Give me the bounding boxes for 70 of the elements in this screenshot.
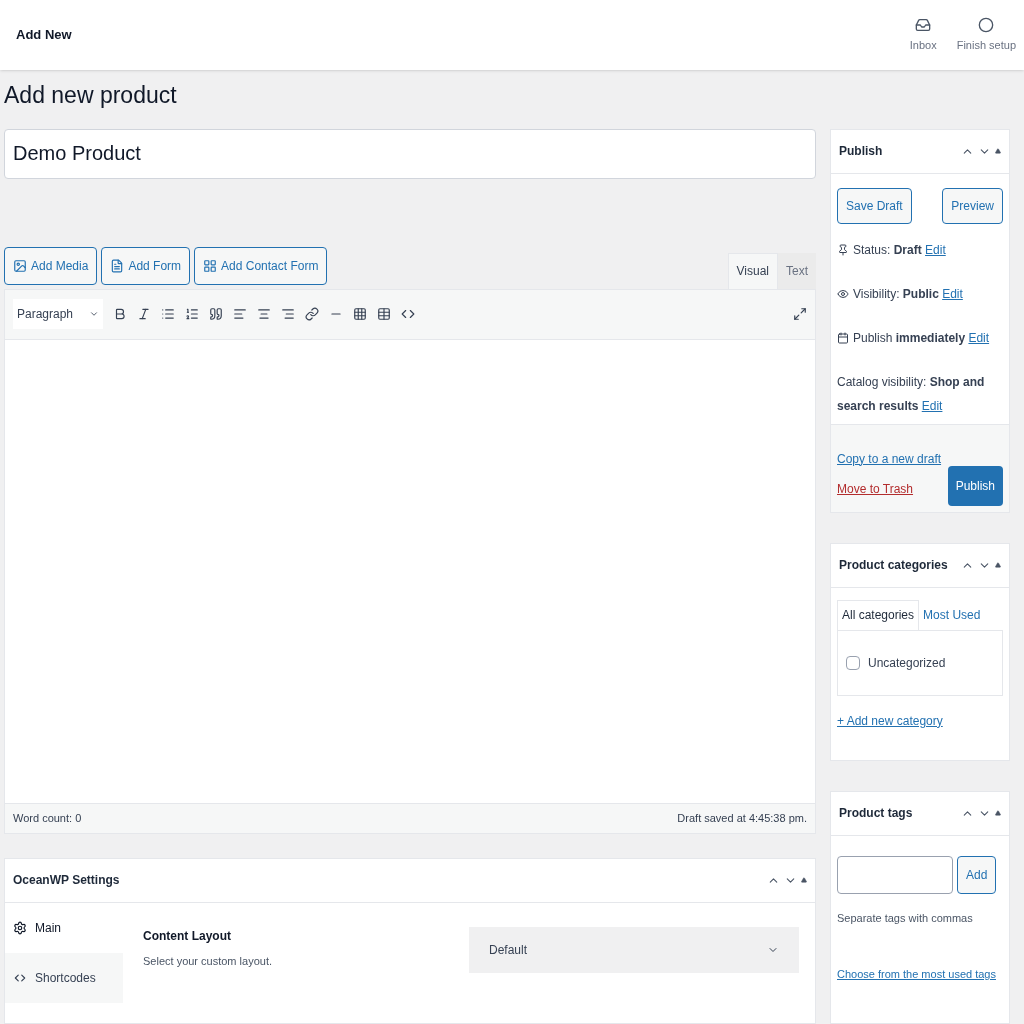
align-right-icon[interactable]	[281, 307, 296, 321]
draft-saved-text: Draft saved at 4:45:38 pm.	[677, 810, 807, 826]
add-tag-button[interactable]: Add	[957, 855, 997, 894]
collapse-icon[interactable]	[801, 877, 807, 883]
save-draft-button[interactable]: Save Draft	[837, 187, 912, 224]
editor-tab[interactable]: Text	[778, 252, 816, 289]
edit-link[interactable]: Edit	[968, 330, 990, 345]
align-left-icon[interactable]	[233, 307, 248, 321]
panel-title: Publish	[839, 143, 883, 160]
align-center-icon[interactable]	[257, 307, 272, 321]
link-icon[interactable]	[305, 307, 320, 321]
inbox-icon	[915, 16, 932, 33]
gear-icon	[13, 920, 27, 935]
collapse-icon[interactable]	[995, 562, 1001, 568]
bulleted-list-icon[interactable]	[161, 307, 176, 321]
panel-title: OceanWP Settings	[13, 872, 120, 889]
category-checkbox[interactable]	[846, 655, 860, 670]
add-category-link[interactable]: + Add new category	[837, 711, 1003, 730]
media-button[interactable]: Add Form	[101, 246, 191, 285]
category-tab[interactable]: Most Used	[919, 599, 985, 630]
trash-link[interactable]: Move to Trash	[837, 479, 942, 498]
product-name-field[interactable]: Demo Product	[4, 128, 816, 179]
eye-icon	[837, 287, 849, 300]
top-bar-action[interactable]: Finish setup	[956, 16, 1016, 54]
numbered-list-icon[interactable]	[185, 307, 200, 321]
code-icon[interactable]	[401, 307, 416, 321]
edit-link[interactable]: Edit	[925, 242, 946, 257]
editor-tab[interactable]: Visual	[727, 252, 778, 289]
document-icon	[110, 258, 125, 273]
table-icon[interactable]	[377, 307, 392, 321]
page-title: Add new product	[3, 81, 178, 110]
category-label: Uncategorized	[868, 654, 946, 672]
edit-link[interactable]: Edit	[921, 398, 943, 413]
grid-icon	[203, 258, 218, 273]
publish-info-text: Catalog visibility: Shop and search results Edit	[837, 373, 986, 415]
top-bar-action[interactable]: Inbox	[909, 16, 937, 54]
format-select[interactable]: Paragraph	[13, 299, 104, 329]
bold-icon[interactable]	[113, 307, 128, 321]
fullscreen-icon[interactable]	[793, 307, 807, 321]
field-description: Select your custom layout.	[143, 953, 272, 969]
edit-link[interactable]: Edit	[942, 286, 963, 301]
publish-info-text: Visibility: Public Edit	[853, 285, 963, 303]
media-button[interactable]: Add Media	[4, 246, 98, 285]
field-label: Content Layout	[143, 927, 232, 945]
collapse-icon[interactable]	[995, 148, 1001, 154]
tag-input-field[interactable]	[837, 855, 953, 894]
category-tab[interactable]: All categories	[837, 599, 920, 630]
preview-button[interactable]: Preview	[942, 187, 1003, 224]
publish-info-text: Publish immediately Edit	[853, 329, 990, 347]
panel-title: Product tags	[839, 805, 913, 822]
calendar-icon	[837, 331, 849, 344]
grid-icon[interactable]	[353, 307, 368, 321]
layout-select[interactable]: Default	[469, 926, 799, 973]
circle-icon	[978, 16, 995, 33]
quote-icon[interactable]	[209, 307, 224, 321]
image-icon	[13, 258, 27, 273]
choose-tags-link[interactable]: Choose from the most used tags	[837, 966, 996, 982]
pin-icon	[837, 243, 849, 256]
caret-icon	[89, 309, 100, 319]
italic-icon[interactable]	[137, 307, 152, 321]
collapse-icon[interactable]	[995, 810, 1001, 816]
top-bar-title: Add New	[16, 26, 72, 45]
media-button[interactable]: Add Contact Form	[194, 246, 328, 285]
settings-tab[interactable]: Shortcodes	[5, 952, 123, 1003]
word-count: Word count: 0	[13, 810, 82, 826]
tags-hint: Separate tags with commas	[837, 910, 974, 926]
copy-draft-link[interactable]: Copy to a new draft	[837, 449, 942, 468]
publish-info-text: Status: Draft Edit	[853, 241, 946, 259]
publish-button[interactable]: Publish	[947, 465, 1003, 506]
panel-title: Product categories	[839, 557, 948, 574]
